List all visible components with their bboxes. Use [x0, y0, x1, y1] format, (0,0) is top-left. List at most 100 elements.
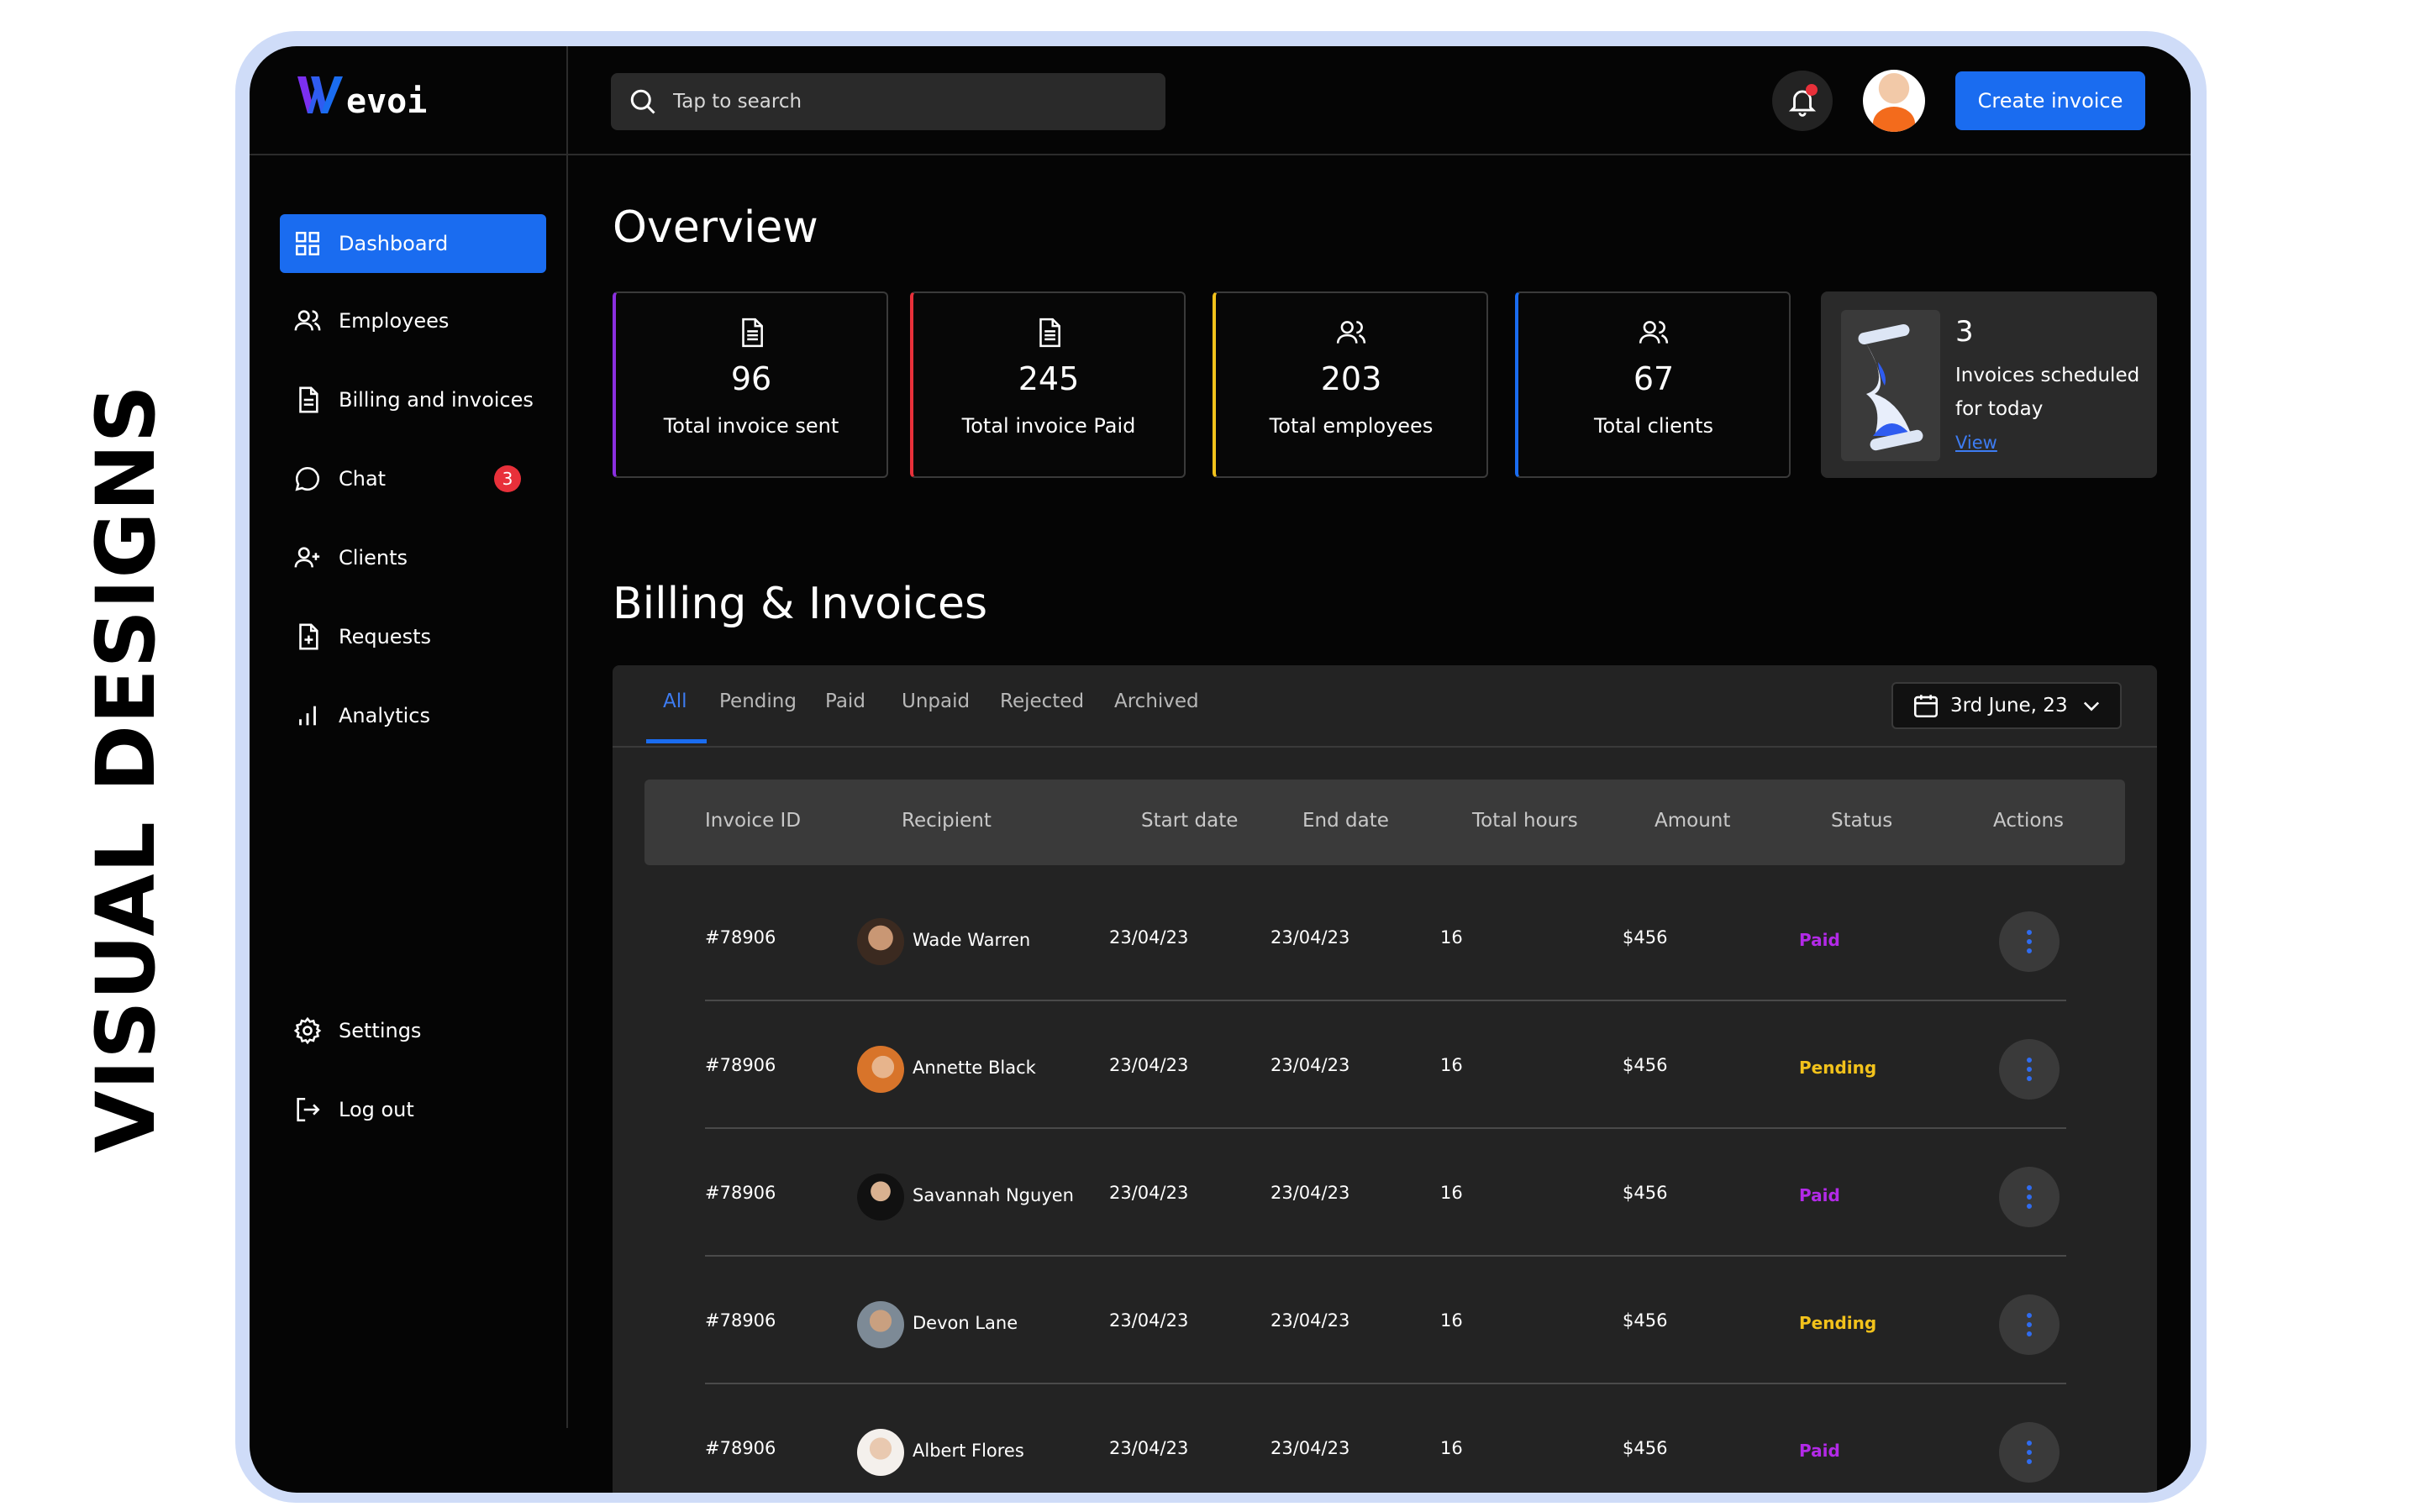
more-vertical-icon: [2027, 1441, 2032, 1464]
total-hours: 16: [1440, 1055, 1463, 1075]
notifications-button[interactable]: [1772, 71, 1833, 131]
row-actions-button[interactable]: [1999, 1294, 2060, 1355]
date-filter-value: 3rd June, 23: [1950, 695, 2068, 717]
tab-paid[interactable]: Paid: [825, 690, 865, 712]
sidebar-item-settings[interactable]: Settings: [280, 1001, 546, 1060]
table-row[interactable]: #78906 Savannah Nguyen 23/04/23 23/04/23…: [613, 1129, 2157, 1257]
recipient-name: Devon Lane: [913, 1313, 1018, 1333]
avatar: [857, 1429, 904, 1476]
logo: evoi: [294, 71, 427, 118]
sidebar-item-label: Dashboard: [339, 232, 449, 255]
sidebar-item-label: Analytics: [339, 704, 430, 727]
end-date: 23/04/23: [1270, 1183, 1350, 1203]
active-tab-indicator: [646, 739, 707, 743]
avatar: [857, 1046, 904, 1093]
billing-tabs: All Pending Paid Unpaid Rejected Archive…: [613, 665, 2157, 748]
document-icon: [293, 386, 322, 414]
scheduled-count: 3: [1955, 315, 1974, 349]
total-hours: 16: [1440, 1183, 1463, 1203]
sidebar-item-label: Billing and invoices: [339, 388, 534, 412]
recipient-name: Savannah Nguyen: [913, 1185, 1074, 1205]
col-amount: Amount: [1655, 810, 1731, 832]
chat-icon: [293, 465, 322, 493]
avatar: [857, 1301, 904, 1348]
gear-icon: [293, 1016, 322, 1045]
invoice-id: #78906: [705, 927, 776, 948]
invoice-id: #78906: [705, 1310, 776, 1331]
sidebar-item-dashboard[interactable]: Dashboard: [280, 214, 546, 273]
table-row[interactable]: #78906 Annette Black 23/04/23 23/04/23 1…: [613, 1001, 2157, 1129]
table-header: Invoice ID Recipient Start date End date…: [644, 780, 2125, 865]
stat-card-invoice-sent: 96 Total invoice sent: [613, 291, 888, 478]
tab-all[interactable]: All: [663, 690, 687, 712]
users-icon: [1638, 317, 1670, 349]
tab-archived[interactable]: Archived: [1114, 690, 1199, 712]
date-filter-dropdown[interactable]: 3rd June, 23: [1891, 682, 2122, 729]
sidebar-item-billing[interactable]: Billing and invoices: [280, 370, 546, 429]
start-date: 23/04/23: [1109, 1310, 1189, 1331]
row-actions-button[interactable]: [1999, 1167, 2060, 1227]
sidebar-item-label: Chat: [339, 467, 387, 491]
view-link[interactable]: View: [1955, 433, 1997, 453]
document-icon: [735, 317, 767, 349]
total-hours: 16: [1440, 1438, 1463, 1458]
start-date: 23/04/23: [1109, 1438, 1189, 1458]
app-window: evoi Dashboard Employees Billing and inv…: [250, 46, 2191, 1493]
amount: $456: [1623, 1183, 1668, 1203]
recipient-name: Wade Warren: [913, 930, 1031, 950]
start-date: 23/04/23: [1109, 1183, 1189, 1203]
more-vertical-icon: [2027, 1313, 2032, 1336]
hourglass-icon: [1841, 310, 1940, 461]
tab-pending[interactable]: Pending: [719, 690, 797, 712]
invoice-id: #78906: [705, 1055, 776, 1075]
stat-value: 67: [1633, 360, 1675, 397]
user-avatar[interactable]: [1863, 70, 1925, 132]
search-bar[interactable]: [611, 73, 1165, 130]
chevron-down-icon: [2083, 701, 2099, 711]
more-vertical-icon: [2027, 1185, 2032, 1209]
end-date: 23/04/23: [1270, 927, 1350, 948]
sidebar-item-logout[interactable]: Log out: [280, 1080, 546, 1139]
grid-icon: [293, 229, 322, 258]
sidebar: evoi Dashboard Employees Billing and inv…: [250, 46, 568, 1428]
col-total-hours: Total hours: [1472, 810, 1578, 832]
stat-label: Total employees: [1269, 414, 1434, 438]
stat-label: Total invoice sent: [663, 414, 839, 438]
col-actions: Actions: [1993, 810, 2065, 832]
col-status: Status: [1831, 810, 1893, 832]
table-row[interactable]: #78906 Albert Flores 23/04/23 23/04/23 1…: [613, 1384, 2157, 1493]
billing-panel: All Pending Paid Unpaid Rejected Archive…: [613, 665, 2157, 1493]
sidebar-item-chat[interactable]: Chat 3: [280, 449, 546, 508]
sidebar-item-employees[interactable]: Employees: [280, 291, 546, 350]
file-plus-icon: [293, 622, 322, 651]
create-invoice-button[interactable]: Create invoice: [1955, 71, 2145, 130]
table-row[interactable]: #78906 Devon Lane 23/04/23 23/04/23 16 $…: [613, 1257, 2157, 1384]
stat-card-invoice-paid: 245 Total invoice Paid: [910, 291, 1186, 478]
end-date: 23/04/23: [1270, 1438, 1350, 1458]
tab-rejected[interactable]: Rejected: [1000, 690, 1084, 712]
col-recipient: Recipient: [902, 810, 992, 832]
col-end-date: End date: [1302, 810, 1389, 832]
sidebar-item-requests[interactable]: Requests: [280, 607, 546, 666]
document-icon: [1033, 317, 1065, 349]
calendar-icon: [1913, 695, 1939, 718]
stat-value: 96: [730, 360, 772, 397]
start-date: 23/04/23: [1109, 927, 1189, 948]
end-date: 23/04/23: [1270, 1055, 1350, 1075]
table-row[interactable]: #78906 Wade Warren 23/04/23 23/04/23 16 …: [613, 874, 2157, 1001]
sidebar-item-label: Employees: [339, 309, 450, 333]
chat-count-badge: 3: [494, 465, 521, 492]
search-input[interactable]: [671, 90, 1145, 113]
avatar: [857, 1173, 904, 1221]
row-actions-button[interactable]: [1999, 1039, 2060, 1100]
sidebar-item-clients[interactable]: Clients: [280, 528, 546, 587]
more-vertical-icon: [2027, 1058, 2032, 1081]
tab-unpaid[interactable]: Unpaid: [902, 690, 970, 712]
status-badge: Paid: [1799, 1185, 1840, 1205]
row-actions-button[interactable]: [1999, 1422, 2060, 1483]
status-badge: Paid: [1799, 930, 1840, 950]
stat-label: Total clients: [1593, 414, 1714, 438]
sidebar-item-analytics[interactable]: Analytics: [280, 686, 546, 745]
row-actions-button[interactable]: [1999, 911, 2060, 972]
notification-dot: [1806, 84, 1818, 96]
